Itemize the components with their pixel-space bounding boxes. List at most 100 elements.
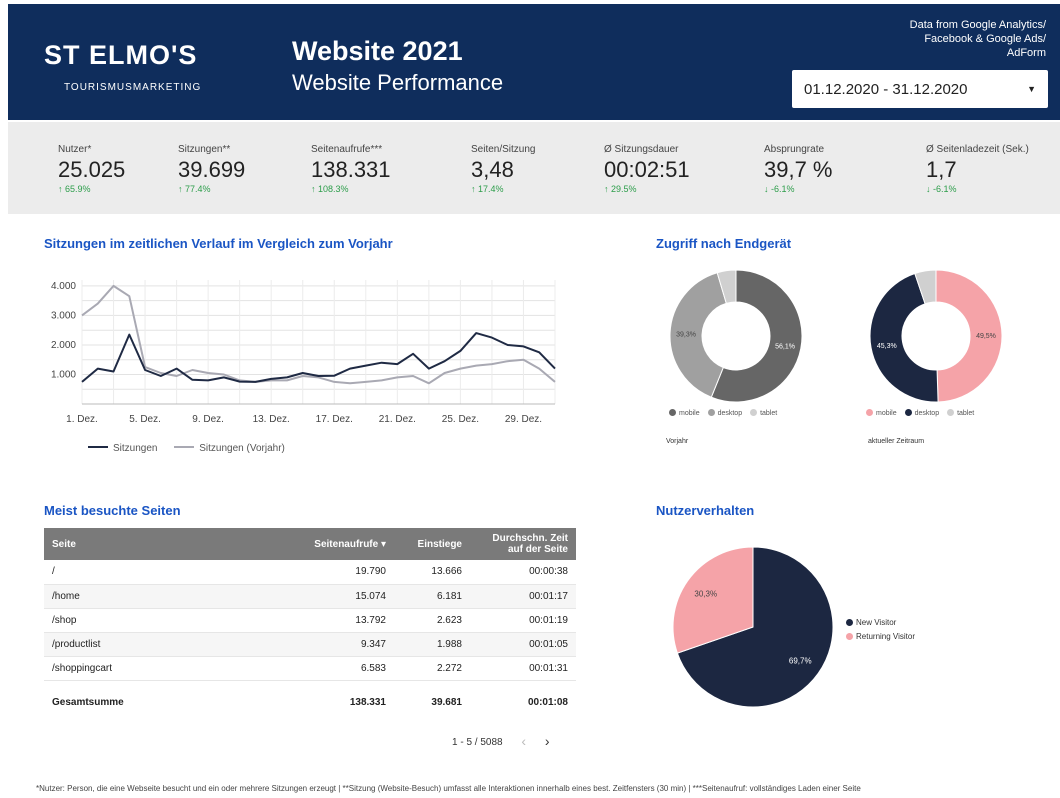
legend-label: mobile xyxy=(876,410,897,417)
x-tick-label: 17. Dez. xyxy=(316,414,353,425)
line-legend: Sitzungen Sitzungen (Vorjahr) xyxy=(88,443,285,454)
entrances-cell: 2.272 xyxy=(394,656,470,680)
slice-value-label: 69,7% xyxy=(789,657,812,666)
x-tick-label: 29. Dez. xyxy=(505,414,542,425)
sessions-line-chart: 1.0002.0003.0004.0001. Dez.5. Dez.9. Dez… xyxy=(40,270,570,440)
kpi-card: Ø Sitzungsdauer00:02:51↑ 29.5% xyxy=(604,144,690,194)
logo-subtitle: TOURISMUSMARKETING xyxy=(64,82,201,93)
table-row[interactable]: /shop13.7922.62300:01:19 xyxy=(44,608,576,632)
column-header-entrances[interactable]: Einstiege xyxy=(394,528,470,560)
device-chart-title: Zugriff nach Endgerät xyxy=(656,236,791,251)
legend-dot xyxy=(750,409,757,416)
slice-value-label: 45,3% xyxy=(877,343,897,350)
x-tick-label: 21. Dez. xyxy=(379,414,416,425)
kpi-label: Absprungrate xyxy=(764,144,833,155)
kpi-card: Seitenaufrufe*** 138.331↑ 108.3% xyxy=(311,144,391,194)
y-tick-label: 4.000 xyxy=(51,281,76,292)
avg-time-cell: 00:01:17 xyxy=(470,584,576,608)
page-subtitle: Website Performance xyxy=(292,70,503,96)
kpi-value: 138.331 xyxy=(311,157,391,183)
table-total-row: Gesamtsumme138.33139.68100:01:08 xyxy=(44,680,576,724)
table-row[interactable]: /19.79013.66600:00:38 xyxy=(44,560,576,584)
kpi-card: Seiten/Sitzung3,48↑ 17.4% xyxy=(471,144,536,194)
pageviews-cell: 9.347 xyxy=(294,632,394,656)
pie-legend: New Visitor Returning Visitor xyxy=(846,616,915,644)
avg-time-cell: 00:00:38 xyxy=(470,560,576,584)
kpi-card: Ø Seitenladezeit (Sek.) 1,7↓ -6.1% xyxy=(926,144,1029,194)
legend-label: desktop xyxy=(915,410,940,417)
kpi-change: ↑ 65.9% xyxy=(58,184,125,194)
table-row[interactable]: /productlist9.3471.98800:01:05 xyxy=(44,632,576,656)
prev-page-icon[interactable]: ‹ xyxy=(521,733,526,749)
page-path: /shop xyxy=(44,608,294,632)
legend-dot xyxy=(846,619,853,626)
top-pages-table: Seite Seitenaufrufe ▾ Einstiege Durchsch… xyxy=(44,528,576,724)
top-pages-title: Meist besuchte Seiten xyxy=(44,503,181,518)
source-line: Facebook & Google Ads/ xyxy=(826,32,1046,46)
column-header-page[interactable]: Seite xyxy=(44,528,294,560)
kpi-label: Ø Sitzungsdauer xyxy=(604,144,690,155)
source-line: AdForm xyxy=(826,46,1046,60)
page-path: /shoppingcart xyxy=(44,656,294,680)
entrances-cell: 13.666 xyxy=(394,560,470,584)
entrances-cell: 2.623 xyxy=(394,608,470,632)
table-row[interactable]: /home15.0746.18100:01:17 xyxy=(44,584,576,608)
legend-label: tablet xyxy=(957,410,974,417)
kpi-change: ↑ 108.3% xyxy=(311,184,391,194)
avg-time-cell: 00:01:31 xyxy=(470,656,576,680)
legend-item: New Visitor xyxy=(846,616,915,630)
legend-dot xyxy=(708,409,715,416)
legend-label: Returning Visitor xyxy=(856,632,915,641)
kpi-label: Ø Seitenladezeit (Sek.) xyxy=(926,144,1029,155)
legend-dot xyxy=(947,409,954,416)
y-tick-label: 2.000 xyxy=(51,340,76,351)
dropdown-caret-icon: ▼ xyxy=(1027,84,1036,94)
kpi-value: 1,7 xyxy=(926,157,1029,183)
donut-caption-previous: Vorjahr xyxy=(666,438,688,445)
device-donut-previous-year: 56,1%39,3% xyxy=(666,266,806,406)
date-range-picker[interactable]: 01.12.2020 - 31.12.2020 ▼ xyxy=(792,70,1048,108)
legend-label: mobile xyxy=(679,410,700,417)
kpi-label: Sitzungen** xyxy=(178,144,245,155)
legend-dot xyxy=(905,409,912,416)
pageviews-cell: 19.790 xyxy=(294,560,394,584)
total-cell: 138.331 xyxy=(294,680,394,724)
kpi-card: Nutzer*25.025↑ 65.9% xyxy=(58,144,125,194)
legend-label: desktop xyxy=(718,410,743,417)
kpi-change: ↑ 29.5% xyxy=(604,184,690,194)
column-header-pageviews[interactable]: Seitenaufrufe ▾ xyxy=(294,528,394,560)
legend-label: Sitzungen xyxy=(113,443,157,454)
kpi-label: Seitenaufrufe*** xyxy=(311,144,391,155)
pagination-status: 1 - 5 / 5088 xyxy=(452,737,503,748)
legend-item: Returning Visitor xyxy=(846,630,915,644)
pageviews-cell: 15.074 xyxy=(294,584,394,608)
kpi-change: ↑ 17.4% xyxy=(471,184,536,194)
legend-dot xyxy=(866,409,873,416)
page-path: /productlist xyxy=(44,632,294,656)
user-behavior-pie: 69,7%30,3% xyxy=(668,542,838,712)
sessions-chart-title: Sitzungen im zeitlichen Verlauf im Vergl… xyxy=(44,236,393,251)
y-tick-label: 3.000 xyxy=(51,310,76,321)
logo: ST ELMO'S xyxy=(44,40,197,71)
legend-dot xyxy=(846,633,853,640)
kpi-change: ↓ -6.1% xyxy=(764,184,833,194)
table-row[interactable]: /shoppingcart6.5832.27200:01:31 xyxy=(44,656,576,680)
total-cell: 39.681 xyxy=(394,680,470,724)
table-header-row: Seite Seitenaufrufe ▾ Einstiege Durchsch… xyxy=(44,528,576,560)
kpi-scorecards: Nutzer*25.025↑ 65.9%Sitzungen**39.699↑ 7… xyxy=(8,122,1060,214)
kpi-value: 3,48 xyxy=(471,157,536,183)
legend-dot xyxy=(669,409,676,416)
next-page-icon[interactable]: › xyxy=(545,733,550,749)
header-banner: ST ELMO'S TOURISMUSMARKETING Website 202… xyxy=(8,4,1060,120)
x-tick-label: 9. Dez. xyxy=(192,414,224,425)
kpi-change: ↓ -6.1% xyxy=(926,184,1029,194)
total-cell: Gesamtsumme xyxy=(44,680,294,724)
x-tick-label: 5. Dez. xyxy=(129,414,161,425)
legend-label: New Visitor xyxy=(856,618,896,627)
x-tick-label: 13. Dez. xyxy=(253,414,290,425)
legend-label: tablet xyxy=(760,410,777,417)
slice-value-label: 49,5% xyxy=(976,333,996,340)
column-header-avg-time[interactable]: Durchschn. Zeit auf der Seite xyxy=(470,528,576,560)
kpi-value: 39,7 % xyxy=(764,157,833,183)
legend-swatch-sitzungen xyxy=(88,446,108,448)
